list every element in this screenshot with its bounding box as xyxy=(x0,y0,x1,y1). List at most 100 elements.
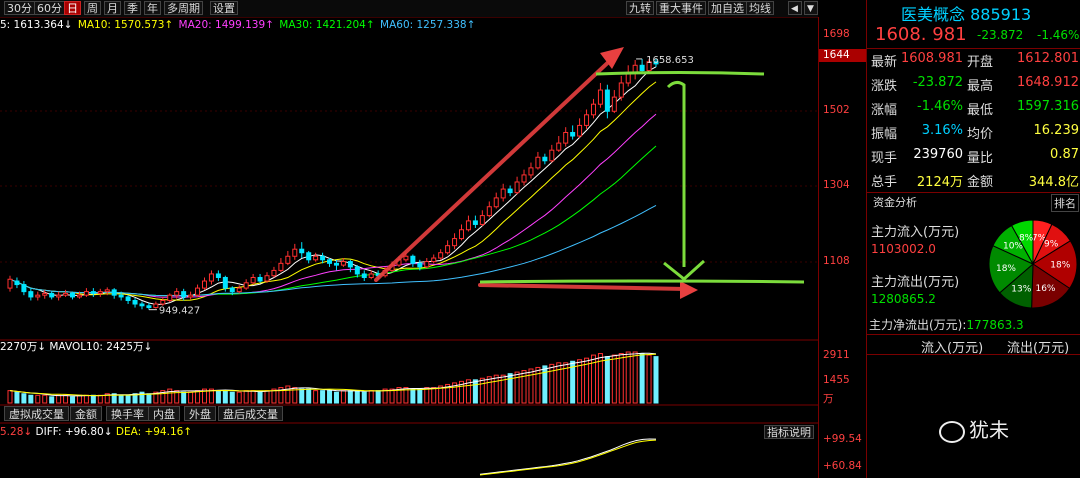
arrow-down-icon[interactable]: ▼ xyxy=(804,1,818,15)
price-tick: 1304 xyxy=(823,179,850,191)
flat-arrow xyxy=(478,283,688,291)
period-tab-6[interactable]: 年 xyxy=(144,1,161,15)
quote-value: 2124万 xyxy=(916,175,963,190)
volume-bar xyxy=(236,391,242,404)
add-watchlist-button[interactable]: 加自选 xyxy=(708,1,747,15)
candle-body xyxy=(465,220,471,231)
period-tab-0[interactable]: 30分 xyxy=(4,1,35,15)
period-tab-7[interactable]: 多周期 xyxy=(164,1,203,15)
indicator-help-button[interactable]: 指标说明 xyxy=(764,425,814,439)
candle-body xyxy=(35,294,41,298)
ranking-tab[interactable]: 排名 xyxy=(1051,194,1079,212)
period-tab-3[interactable]: 周 xyxy=(84,1,101,15)
candle-body xyxy=(528,167,534,176)
candle-body xyxy=(417,262,423,268)
volume-bar xyxy=(222,390,228,404)
period-tab-1[interactable]: 60分 xyxy=(34,1,65,15)
quote-label: 均价 xyxy=(967,127,994,142)
quote-label: 振幅 xyxy=(871,127,898,142)
volume-tab-3[interactable]: 内盘 xyxy=(148,406,180,421)
candle-body xyxy=(285,255,291,264)
candle-body xyxy=(535,156,541,169)
arrow-left-icon[interactable]: ◀ xyxy=(788,1,802,15)
candle-body xyxy=(445,245,451,254)
quote-label: 涨幅 xyxy=(871,103,898,118)
jiuzhuan-button[interactable]: 九转 xyxy=(626,1,654,15)
candle-body xyxy=(570,131,576,137)
candle-body xyxy=(236,287,242,293)
quote-value: -23.872 xyxy=(912,75,963,90)
period-tab-4[interactable]: 月 xyxy=(104,1,121,15)
volume-bar xyxy=(604,356,610,404)
period-tab-8[interactable]: 设置 xyxy=(210,1,238,15)
volume-bar xyxy=(146,393,152,404)
stock-code: 885913 xyxy=(970,5,1032,24)
inflow-value: 1103002.0 xyxy=(871,242,936,256)
volume-bar xyxy=(229,391,235,404)
candle-body xyxy=(486,206,492,217)
candle-body xyxy=(188,294,194,298)
candle-body xyxy=(139,303,145,307)
volume-tab-0[interactable]: 虚拟成交量 xyxy=(4,406,69,421)
candle-body xyxy=(271,269,277,277)
volume-bar xyxy=(479,377,485,404)
quote-value: 344.8亿 xyxy=(1028,175,1079,190)
period-tab-2[interactable]: 日 xyxy=(64,1,81,15)
candle-body xyxy=(313,255,319,261)
volume-bar xyxy=(264,390,270,404)
watermark-text: 犹未 xyxy=(969,418,1009,442)
volume-bar xyxy=(653,356,659,404)
candle-body xyxy=(111,289,117,296)
candle-body xyxy=(70,292,76,298)
ma-line-button[interactable]: 均线 xyxy=(746,1,774,15)
bottom-bracket xyxy=(479,279,805,284)
candle-body xyxy=(243,282,249,289)
quote-panel: 医美概念 885913 1608. 981 -23.872 -1.46% 最新 1… xyxy=(866,0,1080,478)
volume-bar xyxy=(97,394,103,404)
range-arrow xyxy=(666,80,686,267)
candle-body xyxy=(320,255,326,261)
net-outflow-value: 177863.3 xyxy=(966,318,1024,332)
quote-value: 1608.981 xyxy=(900,51,963,66)
candle-body xyxy=(618,82,624,98)
volume-bar xyxy=(313,390,319,404)
major-events-button[interactable]: 重大事件 xyxy=(656,1,706,15)
volume-bar xyxy=(549,363,555,404)
volume-legend: 2270万↓ MAVOL10: 2425万↓ xyxy=(0,340,152,354)
candle-body xyxy=(229,287,235,293)
volume-bar xyxy=(125,394,131,404)
candle-body xyxy=(208,273,214,282)
candle-body xyxy=(42,292,48,296)
volume-tick: 1455 xyxy=(823,374,850,386)
volume-tab-2[interactable]: 换手率 xyxy=(106,406,149,421)
candle-body xyxy=(250,276,256,284)
volume-tab-1[interactable]: 金额 xyxy=(70,406,102,421)
period-tab-5[interactable]: 季 xyxy=(124,1,141,15)
volume-bar xyxy=(257,391,263,404)
volume-bar xyxy=(21,393,27,404)
volume-bar xyxy=(514,371,520,404)
volume-tab-4[interactable]: 外盘 xyxy=(184,406,216,421)
macd-tick: +99.54 xyxy=(823,433,862,445)
candle-body xyxy=(438,252,444,259)
candle-body xyxy=(368,273,374,278)
volume-bar xyxy=(42,394,48,404)
diff-value: DIFF: +96.80↓ xyxy=(35,426,113,438)
candle-body xyxy=(76,294,82,298)
volume-tab-5[interactable]: 盘后成交量 xyxy=(218,406,283,421)
candle-body xyxy=(514,181,520,194)
volume-bar xyxy=(424,387,430,404)
quote-label: 开盘 xyxy=(967,55,994,70)
candle-body xyxy=(90,291,96,294)
volume-bar xyxy=(375,390,381,404)
volume-bar xyxy=(243,390,249,404)
period-toolbar: 30分 60分日周月季年多周期 设置 九转 重大事件 加自选 均线 ◀ ▼ xyxy=(0,0,818,18)
volume-bar xyxy=(361,391,367,404)
volume-bar xyxy=(611,354,617,404)
macd-legend: 5.28↓ DIFF: +96.80↓ DEA: +94.16↑ xyxy=(0,425,192,439)
fund-analysis-title[interactable]: 资金分析 xyxy=(873,194,917,210)
quote-value: 1612.801 xyxy=(1016,51,1079,66)
candle-body xyxy=(292,248,298,257)
wechat-watermark: 犹未 xyxy=(939,414,1009,443)
volume-bar xyxy=(340,390,346,404)
